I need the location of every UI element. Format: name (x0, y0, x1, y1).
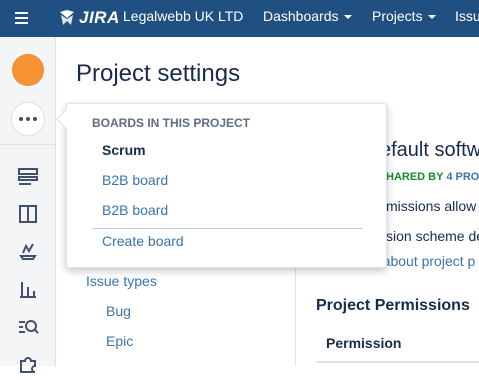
dashboards-label: Dashboards (263, 8, 339, 24)
shared-by-label: HARED BY 4 PRO (386, 171, 479, 183)
board-icon[interactable] (17, 203, 39, 225)
scheme-description-line-2: sion scheme de (386, 228, 479, 244)
table-header-rule (316, 361, 479, 363)
dashboards-menu[interactable]: Dashboards (263, 8, 352, 24)
projects-label: Projects (372, 8, 423, 24)
nav-issue-types[interactable]: Issue types (86, 273, 157, 289)
top-navigation-bar: JIRA Legalwebb UK LTD Dashboards Project… (0, 0, 479, 37)
reports-icon[interactable] (17, 278, 39, 300)
chevron-down-icon (343, 15, 352, 20)
board-item-b2b-2[interactable]: B2B board (102, 202, 168, 218)
project-permissions-heading: Project Permissions (316, 297, 470, 314)
board-item-b2b-1[interactable]: B2B board (102, 172, 168, 188)
content-divider (295, 265, 296, 366)
hamburger-menu-icon[interactable] (12, 8, 36, 28)
dropdown-divider (92, 228, 362, 229)
nav-issue-type-bug[interactable]: Bug (106, 303, 131, 319)
add-ons-icon[interactable] (17, 353, 39, 375)
dropdown-pointer (56, 109, 76, 129)
backlog-icon[interactable] (17, 166, 39, 188)
projects-menu[interactable]: Projects (372, 8, 436, 24)
scheme-description-line-1: missions allow y (386, 198, 479, 214)
project-sidebar (0, 37, 56, 373)
page-title: Project settings (76, 60, 241, 87)
permission-column-header: Permission (326, 335, 402, 351)
more-options-button[interactable] (11, 102, 45, 136)
create-board-link[interactable]: Create board (102, 233, 184, 249)
jira-logo[interactable]: JIRA (58, 7, 120, 29)
sidebar-divider (0, 144, 56, 145)
releases-icon[interactable] (17, 240, 39, 262)
avatar-badge-icon (12, 54, 44, 86)
shared-projects-link[interactable]: 4 PRO (446, 171, 479, 183)
permission-scheme-title: efault softw (380, 139, 479, 161)
logo-text: JIRA (79, 8, 120, 27)
shared-by-prefix: HARED BY (386, 171, 447, 183)
jira-logo-icon (60, 10, 74, 25)
org-name-link[interactable]: Legalwebb UK LTD (123, 8, 243, 24)
boards-dropdown: BOARDS IN THIS PROJECT Scrum B2B board B… (56, 103, 387, 268)
chevron-down-icon (427, 15, 436, 20)
search-issues-icon[interactable] (17, 316, 39, 338)
nav-issue-type-epic[interactable]: Epic (106, 333, 133, 349)
boards-dropdown-heading: BOARDS IN THIS PROJECT (92, 116, 251, 130)
board-item-scrum[interactable]: Scrum (102, 142, 146, 158)
issues-menu[interactable]: Issu (455, 8, 479, 24)
